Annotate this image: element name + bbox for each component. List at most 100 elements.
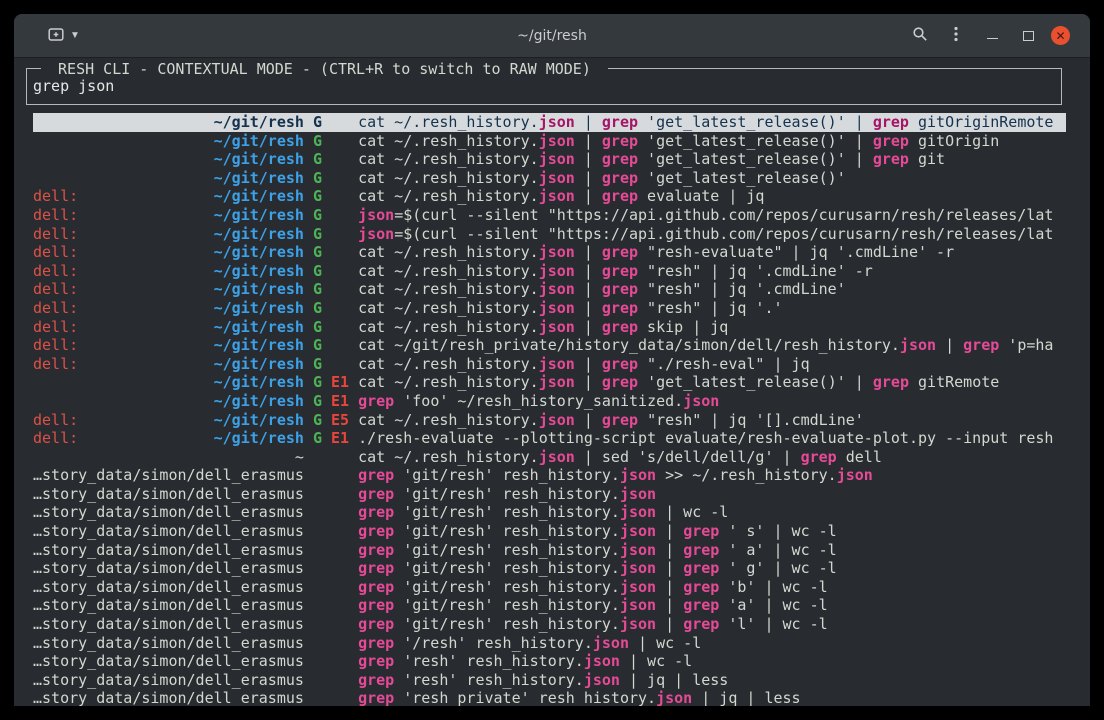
row-directory: ~/git/resh [214, 336, 304, 355]
resh-search-panel: RESH CLI - CONTEXTUAL MODE - (CTRL+R to … [26, 68, 1062, 105]
row-flags: G E1 [313, 429, 349, 448]
row-context: dell:~/git/resh [33, 411, 304, 430]
history-row[interactable]: ~/git/reshGcat ~/.resh_history.json | gr… [33, 113, 1066, 132]
row-flags: G [313, 206, 349, 225]
minimize-button[interactable] [979, 23, 1005, 49]
history-row[interactable]: …story_data/simon/dell_erasmusgrep 'resh… [33, 671, 1066, 690]
query-match: json [620, 466, 656, 484]
history-row[interactable]: ~/git/reshG E1cat ~/.resh_history.json |… [33, 373, 1066, 392]
flag-exit-code: E1 [331, 429, 349, 447]
query-match: json [539, 187, 575, 205]
row-flags: G [313, 113, 349, 132]
history-row[interactable]: dell:~/git/reshGcat ~/.resh_history.json… [33, 355, 1066, 374]
history-row[interactable]: dell:~/git/reshGcat ~/.resh_history.json… [33, 299, 1066, 318]
row-context: …story_data/simon/dell_erasmus [33, 596, 304, 615]
close-button[interactable]: ✕ [1051, 26, 1070, 45]
terminal-window: ▼ ~/git/resh [14, 14, 1090, 706]
row-host: dell: [33, 411, 78, 430]
query-match: grep [358, 578, 394, 596]
history-row[interactable]: …story_data/simon/dell_erasmusgrep 'resh… [33, 652, 1066, 671]
row-context: …story_data/simon/dell_erasmus [33, 615, 304, 634]
row-directory: …story_data/simon/dell_erasmus [33, 615, 304, 634]
new-tab-button[interactable]: ▼ [44, 23, 84, 49]
history-row[interactable]: …story_data/simon/dell_erasmusgrep 'git/… [33, 541, 1066, 560]
query-match: grep [683, 559, 719, 577]
history-row[interactable]: …story_data/simon/dell_erasmusgrep 'resh… [33, 689, 1066, 706]
query-match: grep [358, 466, 394, 484]
row-context: dell:~/git/resh [33, 336, 304, 355]
history-row[interactable]: dell:~/git/reshGcat ~/.resh_history.json… [33, 187, 1066, 206]
row-context: dell:~/git/resh [33, 187, 304, 206]
query-match: grep [602, 411, 638, 429]
flag-git: G [313, 299, 322, 317]
maximize-icon [1023, 31, 1034, 41]
query-match: json [539, 355, 575, 373]
menu-button[interactable] [943, 23, 969, 49]
row-command: grep 'git/resh' resh_history.json [358, 485, 1066, 504]
flag-git: G [313, 169, 322, 187]
history-row[interactable]: …story_data/simon/dell_erasmusgrep 'git/… [33, 578, 1066, 597]
history-row[interactable]: dell:~/git/resh Gcat ~/git/resh_private/h… [33, 336, 1066, 355]
flag-git: G [313, 225, 322, 243]
row-command: cat ~/.resh_history.json | grep skip | j… [358, 318, 1066, 337]
history-row[interactable]: …story_data/simon/dell_erasmus grep 'git/… [33, 596, 1066, 615]
history-row[interactable]: …story_data/simon/dell_erasmusgrep '/res… [33, 634, 1066, 653]
row-host: dell: [33, 429, 78, 448]
history-row[interactable]: ~/git/reshG E1grep 'foo' ~/resh_history_… [33, 392, 1066, 411]
query-match: grep [602, 299, 638, 317]
flag-git: G [313, 336, 322, 354]
history-row[interactable]: dell:~/git/reshGcat ~/.resh_history.json… [33, 243, 1066, 262]
row-host: dell: [33, 280, 78, 299]
row-context: dell:~/git/resh [33, 355, 304, 374]
search-query-input[interactable]: grep json [33, 77, 1053, 95]
history-row[interactable]: dell:~/git/reshG E5cat ~/.resh_history.j… [33, 411, 1066, 430]
query-match: json [620, 485, 656, 503]
titlebar[interactable]: ▼ ~/git/resh [14, 14, 1090, 58]
history-row[interactable]: …story_data/simon/dell_erasmusgrep 'git/… [33, 615, 1066, 634]
row-flags: G E1 [313, 373, 349, 392]
history-row[interactable]: dell:~/git/reshGcat ~/.resh_history.json… [33, 318, 1066, 337]
history-row[interactable]: …story_data/simon/dell_erasmusgrep 'git/… [33, 559, 1066, 578]
row-command: cat ~/.resh_history.json | sed 's/dell/d… [358, 448, 1066, 467]
row-command: cat ~/.resh_history.json | grep "resh" |… [358, 411, 1066, 430]
row-directory: ~/git/resh [214, 299, 304, 318]
row-flags [313, 634, 349, 653]
query-match: json [539, 411, 575, 429]
history-row[interactable]: dell:~/git/reshGcat ~/.resh_history.json… [33, 280, 1066, 299]
search-button[interactable] [907, 23, 933, 49]
maximize-button[interactable] [1015, 23, 1041, 49]
row-command: grep '/resh' resh_history.json | wc -l [358, 634, 1066, 653]
row-command: grep 'git/resh' resh_history.json | grep… [358, 596, 1066, 615]
history-row[interactable]: ~/git/reshGcat ~/.resh_history.json | gr… [33, 169, 1066, 188]
row-context: …story_data/simon/dell_erasmus [33, 559, 304, 578]
history-row[interactable]: …story_data/simon/dell_erasmusgrep 'git/… [33, 485, 1066, 504]
history-row[interactable]: …story_data/simon/dell_erasmusgrep 'git/… [33, 522, 1066, 541]
row-command: cat ~/git/resh_private/history_data/simo… [358, 336, 1066, 355]
query-match: json [358, 225, 394, 243]
row-flags [313, 671, 349, 690]
row-directory: ~/git/resh [214, 113, 304, 132]
history-row[interactable]: ~cat ~/.resh_history.json | sed 's/dell/… [33, 448, 1066, 467]
row-directory: …story_data/simon/dell_erasmus [33, 652, 304, 671]
row-flags: G [313, 132, 349, 151]
query-match: grep [801, 448, 837, 466]
row-context: …story_data/simon/dell_erasmus [33, 689, 304, 706]
history-row[interactable]: …story_data/simon/dell_erasmusgrep 'git/… [33, 503, 1066, 522]
row-flags: G [313, 336, 349, 355]
history-row[interactable]: dell:~/git/reshGcat ~/.resh_history.json… [33, 262, 1066, 281]
row-host: dell: [33, 318, 78, 337]
history-row[interactable]: ~/git/reshGcat ~/.resh_history.json | gr… [33, 150, 1066, 169]
history-row[interactable]: ~/git/reshGcat ~/.resh_history.json | gr… [33, 132, 1066, 151]
query-match: json [593, 634, 629, 652]
query-match: json [620, 578, 656, 596]
flag-git: G [313, 113, 322, 131]
history-row[interactable]: …story_data/simon/dell_erasmusgrep 'git/… [33, 466, 1066, 485]
history-row[interactable]: dell:~/git/reshGjson=$(curl --silent "ht… [33, 225, 1066, 244]
row-flags: G [313, 169, 349, 188]
kebab-menu-icon [954, 26, 958, 45]
row-flags: G [313, 355, 349, 374]
history-row[interactable]: dell:~/git/reshGjson=$(curl --silent "ht… [33, 206, 1066, 225]
query-match: grep [358, 615, 394, 633]
history-row[interactable]: dell:~/git/reshG E1./resh-evaluate --plo… [33, 429, 1066, 448]
row-context: …story_data/simon/dell_erasmus [33, 541, 304, 560]
